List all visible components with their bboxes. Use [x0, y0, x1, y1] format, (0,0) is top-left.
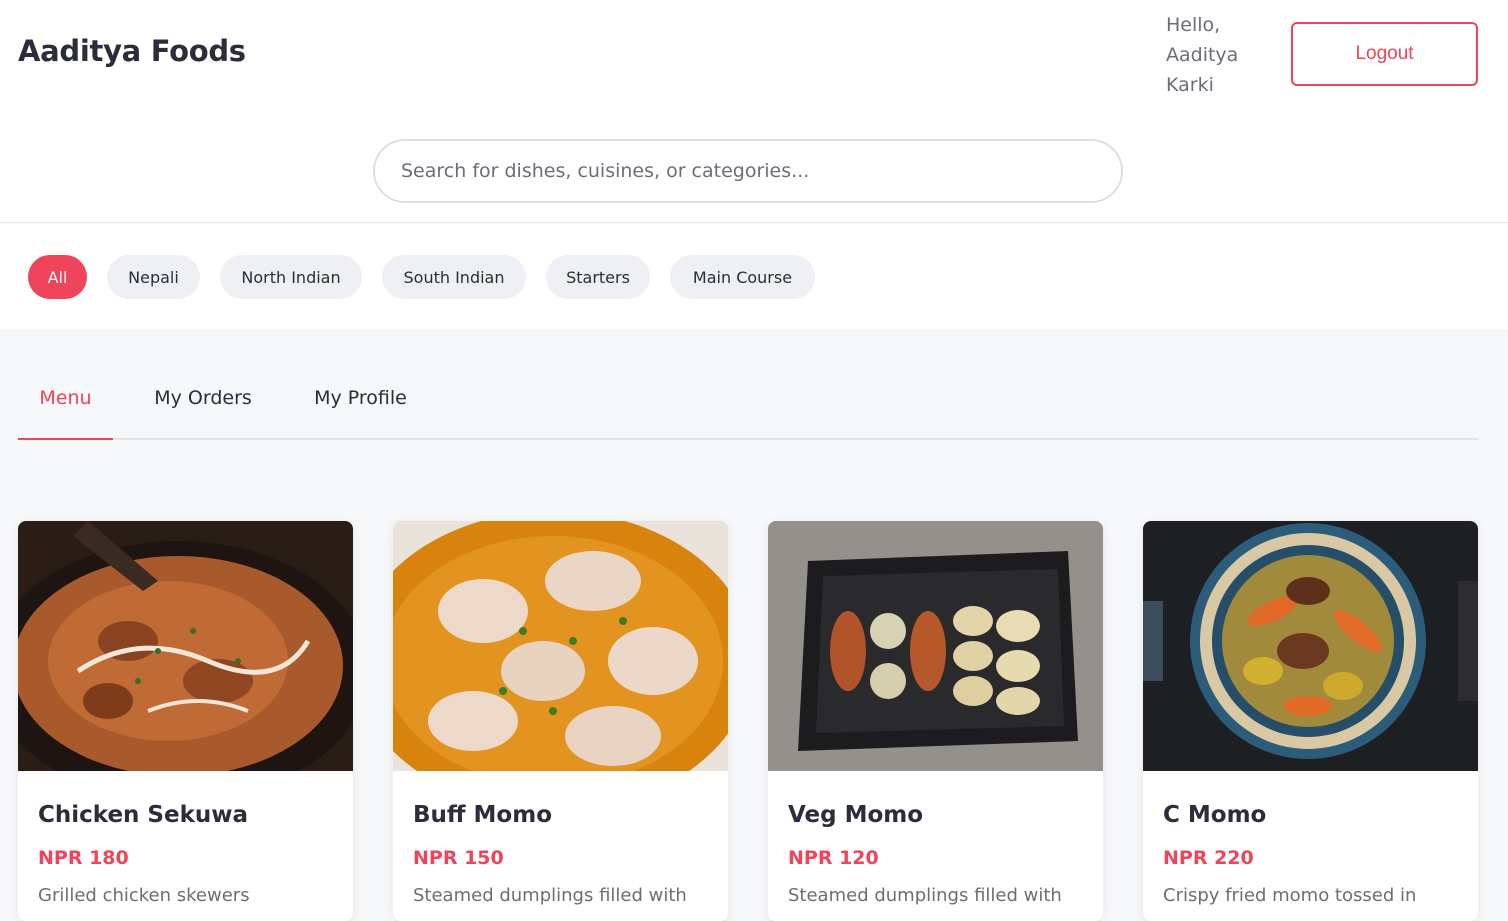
dish-description: Steamed dumplings filled with — [788, 885, 1062, 906]
filter-chip-north-indian[interactable]: North Indian — [220, 255, 362, 299]
dish-image — [1143, 521, 1478, 771]
dish-price: NPR 120 — [788, 847, 879, 869]
dish-price: NPR 220 — [1163, 847, 1254, 869]
filter-chip-starters[interactable]: Starters — [546, 255, 650, 299]
logout-button[interactable]: Logout — [1291, 22, 1478, 86]
dish-card[interactable]: Buff Momo NPR 150 Steamed dumplings fill… — [393, 521, 728, 921]
filter-chip-nepali[interactable]: Nepali — [107, 255, 200, 299]
dish-price: NPR 150 — [413, 847, 504, 869]
brand-logo-text[interactable]: Aaditya Foods — [18, 34, 246, 68]
main-tabs: Menu My Orders My Profile — [18, 358, 1478, 440]
dish-description: Steamed dumplings filled with — [413, 885, 687, 906]
filter-chip-main-course[interactable]: Main Course — [670, 255, 815, 299]
app-header: Aaditya Foods Hello, Aaditya Karki Logou… — [0, 0, 1508, 223]
dish-name: Chicken Sekuwa — [38, 802, 249, 828]
dish-name: Buff Momo — [413, 802, 552, 828]
user-greeting: Hello, Aaditya Karki — [1166, 14, 1239, 96]
search-input[interactable] — [373, 139, 1123, 203]
dish-card[interactable]: C Momo NPR 220 Crispy fried momo tossed … — [1143, 521, 1478, 921]
category-filter-bar: All Nepali North Indian South Indian Sta… — [0, 224, 1508, 329]
tab-my-orders[interactable]: My Orders — [143, 358, 263, 438]
filter-chip-all[interactable]: All — [28, 255, 87, 299]
filter-chip-south-indian[interactable]: South Indian — [382, 255, 526, 299]
dish-card[interactable]: Veg Momo NPR 120 Steamed dumplings fille… — [768, 521, 1103, 921]
tab-my-profile[interactable]: My Profile — [303, 358, 418, 438]
dish-name: Veg Momo — [788, 802, 924, 828]
dish-description: Crispy fried momo tossed in — [1163, 885, 1417, 906]
dish-card[interactable]: Chicken Sekuwa NPR 180 Grilled chicken s… — [18, 521, 353, 921]
dish-image — [393, 521, 728, 771]
tab-menu[interactable]: Menu — [18, 358, 113, 440]
dish-image — [768, 521, 1103, 771]
dish-name: C Momo — [1163, 802, 1267, 828]
dish-description: Grilled chicken skewers — [38, 885, 250, 906]
dish-image — [18, 521, 353, 771]
dish-price: NPR 180 — [38, 847, 129, 869]
